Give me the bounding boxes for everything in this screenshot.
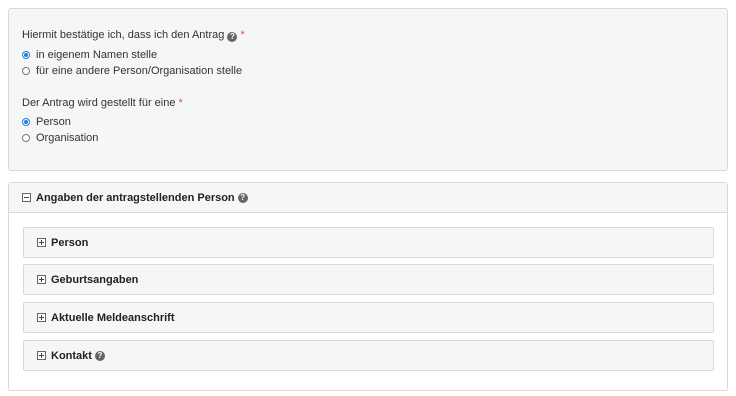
- applicant-details-header[interactable]: Angaben der antragstellenden Person ?: [9, 183, 727, 213]
- radio-button[interactable]: [22, 134, 30, 142]
- radio-own-name[interactable]: in eigenem Namen stelle: [22, 49, 157, 61]
- radio-person[interactable]: Person: [22, 116, 71, 128]
- subsection-label: Aktuelle Meldeanschrift: [51, 311, 175, 324]
- radio-label: Person: [36, 116, 71, 128]
- confirm-question: Hiermit bestätige ich, dass ich den Antr…: [22, 29, 245, 42]
- expand-icon[interactable]: [37, 351, 46, 360]
- help-icon[interactable]: ?: [94, 350, 105, 361]
- subsection-label: Geburtsangaben: [51, 273, 139, 286]
- subsection-label: Person: [51, 236, 89, 249]
- radio-label: in eigenem Namen stelle: [36, 49, 158, 61]
- radio-label: Organisation: [36, 132, 99, 144]
- expand-icon[interactable]: [37, 238, 46, 247]
- radio-organisation[interactable]: Organisation: [22, 132, 98, 144]
- radio-other-person[interactable]: für eine andere Person/Organisation stel…: [22, 65, 242, 77]
- radio-button-checked[interactable]: [22, 51, 30, 59]
- subsection-person[interactable]: Person: [23, 227, 714, 258]
- subsection-address[interactable]: Aktuelle Meldeanschrift: [23, 302, 714, 333]
- help-icon[interactable]: ?: [227, 32, 238, 42]
- radio-button-checked[interactable]: [22, 118, 30, 126]
- type-question: Der Antrag wird gestellt für eine *: [22, 97, 183, 109]
- subsection-birth-details[interactable]: Geburtsangaben: [23, 264, 714, 295]
- expand-icon[interactable]: [37, 275, 46, 284]
- section-title: Angaben der antragstellenden Person: [36, 191, 235, 204]
- subsection-contact[interactable]: Kontakt ?: [23, 340, 714, 371]
- required-marker: *: [240, 29, 245, 41]
- radio-button[interactable]: [22, 67, 30, 75]
- radio-label: für eine andere Person/Organisation stel…: [36, 65, 243, 77]
- collapse-icon[interactable]: [22, 193, 31, 202]
- expand-icon[interactable]: [37, 313, 46, 322]
- subsection-label: Kontakt: [51, 349, 92, 362]
- required-marker: *: [178, 97, 183, 109]
- application-confirmation-panel: Hiermit bestätige ich, dass ich den Antr…: [8, 8, 728, 171]
- applicant-details-panel: Angaben der antragstellenden Person ? Pe…: [8, 182, 728, 391]
- help-icon[interactable]: ?: [237, 192, 248, 203]
